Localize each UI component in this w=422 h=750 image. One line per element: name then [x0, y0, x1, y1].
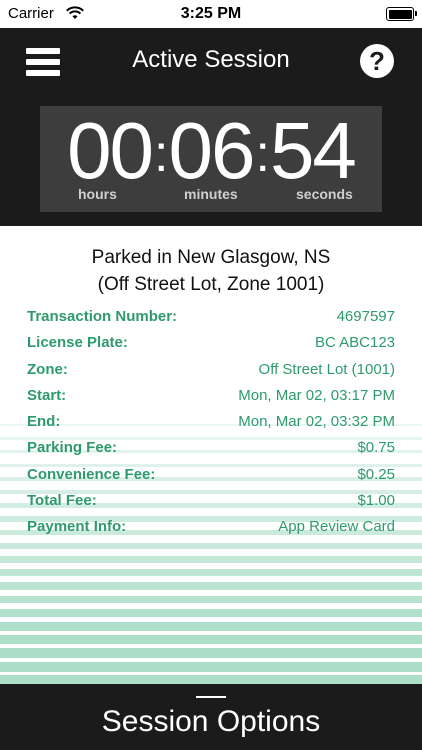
stripe [0, 648, 422, 659]
timer-hours: 00 [67, 106, 154, 195]
battery-icon [386, 7, 417, 21]
detail-row: Payment Info: App Review Card [27, 514, 395, 540]
detail-row: License Plate: BC ABC123 [27, 330, 395, 356]
session-details-list: Transaction Number: 4697597 License Plate:… [27, 304, 395, 541]
timer-digits: 00:06:54 [40, 106, 382, 195]
detail-label: Transaction Number: [27, 308, 178, 325]
timer-minutes: 06 [168, 106, 256, 195]
detail-label: Total Fee: [27, 492, 97, 510]
detail-value: Off Street Lot (1001) [258, 360, 395, 378]
detail-label: Payment Info: [27, 518, 127, 536]
detail-row: Parking Fee: $0.75 [27, 435, 395, 461]
stripe [0, 595, 422, 604]
detail-value: Mon, Mar 02, 03:32 PM [238, 413, 395, 431]
detail-label: Parking Fee: [27, 439, 118, 457]
session-options-button[interactable]: Session Options [0, 684, 422, 750]
minutes-label: minutes [184, 186, 238, 202]
location-line-1: Parked in New Glasgow, NS [91, 247, 331, 268]
drawer-handle-icon [196, 696, 226, 698]
detail-value: App Review Card [278, 518, 395, 536]
stripe [0, 569, 422, 577]
stripe [0, 608, 422, 618]
detail-label: Start: [27, 386, 67, 404]
detail-value: $1.00 [357, 492, 395, 510]
detail-row: Convenience Fee: $0.25 [27, 462, 395, 488]
detail-label: End: [27, 413, 61, 431]
timer-panel: 00:06:54 hours minutes seconds [0, 92, 422, 226]
detail-label: License Plate: [27, 334, 128, 352]
detail-value: BC ABC123 [314, 334, 395, 352]
nav-header: Active Session ? [0, 28, 422, 92]
detail-label: Zone: [27, 360, 68, 378]
countdown-timer: 00:06:54 hours minutes seconds [40, 106, 382, 212]
session-options-label: Session Options [101, 705, 321, 738]
status-bar: Carrier 3:25 PM [0, 0, 422, 28]
detail-value: $0.25 [357, 465, 395, 483]
session-details-panel: Parked in New Glasgow, NS (Off Street Lo… [0, 226, 422, 684]
page-title: Active Session [132, 46, 290, 73]
detail-row: Start: Mon, Mar 02, 03:17 PM [27, 383, 395, 409]
help-icon[interactable]: ? [360, 44, 394, 78]
seconds-label: seconds [296, 186, 353, 202]
timer-seconds: 54 [269, 106, 357, 195]
parking-location: Parked in New Glasgow, NS (Off Street Lo… [0, 244, 422, 298]
detail-row: Total Fee: $1.00 [27, 488, 395, 514]
location-line-2: (Off Street Lot, Zone 1001) [97, 274, 325, 295]
hours-label: hours [78, 186, 117, 202]
stripe [0, 556, 422, 563]
detail-value: 4697597 [336, 308, 395, 325]
stripe [0, 582, 422, 590]
stripe [0, 635, 422, 645]
stripe [0, 661, 422, 672]
stripe [0, 542, 422, 549]
detail-row: End: Mon, Mar 02, 03:32 PM [27, 409, 395, 435]
timer-labels: hours minutes seconds [40, 186, 382, 206]
stripe [0, 674, 422, 684]
detail-value: Mon, Mar 02, 03:17 PM [238, 386, 395, 404]
detail-row: Zone: Off Street Lot (1001) [27, 357, 395, 383]
detail-label: Convenience Fee: [27, 465, 156, 483]
detail-row: Transaction Number: 4697597 [27, 304, 395, 330]
clock: 3:25 PM [180, 5, 242, 22]
stripe [0, 622, 422, 631]
detail-value: $0.75 [357, 439, 395, 457]
